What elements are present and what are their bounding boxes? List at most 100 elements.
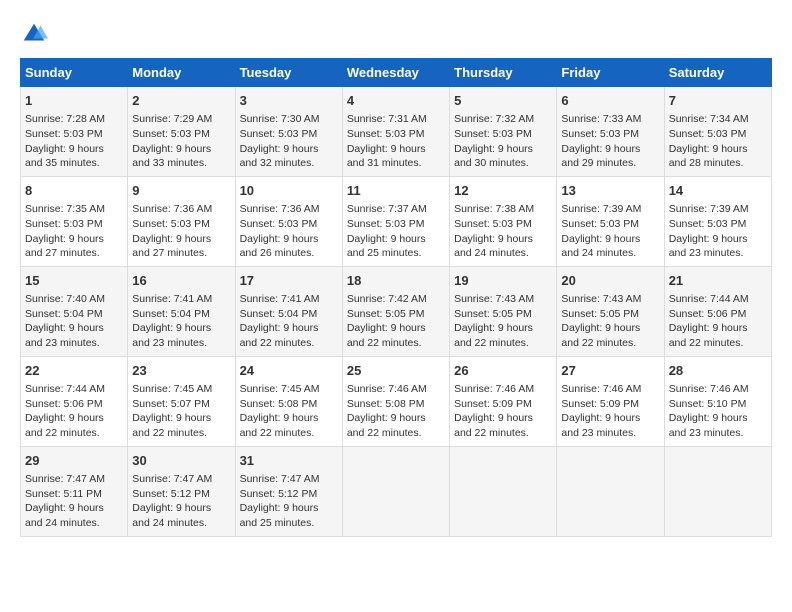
calendar-cell: 10Sunrise: 7:36 AMSunset: 5:03 PMDayligh… xyxy=(235,176,342,266)
sunset-text: Sunset: 5:04 PM xyxy=(240,308,318,320)
sunset-text: Sunset: 5:03 PM xyxy=(561,218,639,230)
daylight-text: Daylight: 9 hours and 25 minutes. xyxy=(240,502,319,529)
daylight-text: Daylight: 9 hours and 30 minutes. xyxy=(454,143,533,170)
calendar-cell: 25Sunrise: 7:46 AMSunset: 5:08 PMDayligh… xyxy=(342,356,449,446)
day-number: 20 xyxy=(561,272,659,290)
sunrise-text: Sunrise: 7:32 AM xyxy=(454,113,534,125)
day-number: 14 xyxy=(669,182,767,200)
page-header xyxy=(20,20,772,48)
sunset-text: Sunset: 5:12 PM xyxy=(132,488,210,500)
sunset-text: Sunset: 5:03 PM xyxy=(240,218,318,230)
sunrise-text: Sunrise: 7:37 AM xyxy=(347,203,427,215)
sunrise-text: Sunrise: 7:46 AM xyxy=(454,383,534,395)
sunrise-text: Sunrise: 7:30 AM xyxy=(240,113,320,125)
sunrise-text: Sunrise: 7:35 AM xyxy=(25,203,105,215)
calendar-cell xyxy=(664,446,771,536)
day-number: 7 xyxy=(669,92,767,110)
daylight-text: Daylight: 9 hours and 27 minutes. xyxy=(132,233,211,260)
sunset-text: Sunset: 5:06 PM xyxy=(669,308,747,320)
sunset-text: Sunset: 5:07 PM xyxy=(132,398,210,410)
daylight-text: Daylight: 9 hours and 23 minutes. xyxy=(669,412,748,439)
logo xyxy=(20,20,52,48)
calendar-cell: 1Sunrise: 7:28 AMSunset: 5:03 PMDaylight… xyxy=(21,87,128,177)
day-number: 6 xyxy=(561,92,659,110)
calendar-cell: 18Sunrise: 7:42 AMSunset: 5:05 PMDayligh… xyxy=(342,266,449,356)
day-number: 4 xyxy=(347,92,445,110)
daylight-text: Daylight: 9 hours and 29 minutes. xyxy=(561,143,640,170)
daylight-text: Daylight: 9 hours and 22 minutes. xyxy=(669,322,748,349)
sunset-text: Sunset: 5:09 PM xyxy=(454,398,532,410)
calendar-cell: 22Sunrise: 7:44 AMSunset: 5:06 PMDayligh… xyxy=(21,356,128,446)
sunset-text: Sunset: 5:03 PM xyxy=(132,128,210,140)
daylight-text: Daylight: 9 hours and 27 minutes. xyxy=(25,233,104,260)
sunset-text: Sunset: 5:03 PM xyxy=(347,128,425,140)
calendar-cell: 9Sunrise: 7:36 AMSunset: 5:03 PMDaylight… xyxy=(128,176,235,266)
calendar-cell xyxy=(342,446,449,536)
sunset-text: Sunset: 5:12 PM xyxy=(240,488,318,500)
sunset-text: Sunset: 5:08 PM xyxy=(347,398,425,410)
calendar-cell: 2Sunrise: 7:29 AMSunset: 5:03 PMDaylight… xyxy=(128,87,235,177)
daylight-text: Daylight: 9 hours and 24 minutes. xyxy=(132,502,211,529)
day-number: 27 xyxy=(561,362,659,380)
sunrise-text: Sunrise: 7:42 AM xyxy=(347,293,427,305)
day-number: 23 xyxy=(132,362,230,380)
day-number: 13 xyxy=(561,182,659,200)
calendar-cell: 28 Sunrise: 7:46 AM Sunset: 5:10 PM Dayligh… xyxy=(664,356,771,446)
calendar-cell: 11Sunrise: 7:37 AMSunset: 5:03 PMDayligh… xyxy=(342,176,449,266)
calendar-week-5: 29Sunrise: 7:47 AMSunset: 5:11 PMDayligh… xyxy=(21,446,772,536)
daylight-text: Daylight: 9 hours and 22 minutes. xyxy=(240,322,319,349)
sunset-text: Sunset: 5:04 PM xyxy=(132,308,210,320)
sunrise-text: Sunrise: 7:43 AM xyxy=(561,293,641,305)
day-number: 30 xyxy=(132,452,230,470)
calendar-table: SundayMondayTuesdayWednesdayThursdayFrid… xyxy=(20,58,772,537)
day-number: 16 xyxy=(132,272,230,290)
calendar-cell: 24Sunrise: 7:45 AMSunset: 5:08 PMDayligh… xyxy=(235,356,342,446)
daylight-text: Daylight: 9 hours and 24 minutes. xyxy=(25,502,104,529)
sunset-text: Sunset: 5:11 PM xyxy=(25,488,102,500)
daylight-text: Daylight: 9 hours and 23 minutes. xyxy=(25,322,104,349)
calendar-cell: 30 Sunrise: 7:47 AM Sunset: 5:12 PM Dayligh… xyxy=(128,446,235,536)
header-wednesday: Wednesday xyxy=(342,59,449,87)
daylight-text: Daylight: 9 hours and 32 minutes. xyxy=(240,143,319,170)
sunrise-text: Sunrise: 7:41 AM xyxy=(132,293,212,305)
daylight-text: Daylight: 9 hours and 22 minutes. xyxy=(561,322,640,349)
day-number: 12 xyxy=(454,182,552,200)
sunset-text: Sunset: 5:06 PM xyxy=(25,398,103,410)
calendar-cell: 7Sunrise: 7:34 AMSunset: 5:03 PMDaylight… xyxy=(664,87,771,177)
day-number: 2 xyxy=(132,92,230,110)
sunrise-text: Sunrise: 7:34 AM xyxy=(669,113,749,125)
day-number: 24 xyxy=(240,362,338,380)
sunset-text: Sunset: 5:03 PM xyxy=(669,128,747,140)
sunrise-text: Sunrise: 7:31 AM xyxy=(347,113,427,125)
sunset-text: Sunset: 5:10 PM xyxy=(669,398,747,410)
daylight-text: Daylight: 9 hours and 23 minutes. xyxy=(561,412,640,439)
calendar-cell: 19Sunrise: 7:43 AMSunset: 5:05 PMDayligh… xyxy=(450,266,557,356)
sunrise-text: Sunrise: 7:44 AM xyxy=(25,383,105,395)
calendar-cell: 21Sunrise: 7:44 AMSunset: 5:06 PMDayligh… xyxy=(664,266,771,356)
calendar-header-row: SundayMondayTuesdayWednesdayThursdayFrid… xyxy=(21,59,772,87)
calendar-cell: 29Sunrise: 7:47 AMSunset: 5:11 PMDayligh… xyxy=(21,446,128,536)
sunrise-text: Sunrise: 7:46 AM xyxy=(669,383,749,395)
daylight-text: Daylight: 9 hours and 26 minutes. xyxy=(240,233,319,260)
header-monday: Monday xyxy=(128,59,235,87)
sunset-text: Sunset: 5:05 PM xyxy=(347,308,425,320)
day-number: 26 xyxy=(454,362,552,380)
daylight-text: Daylight: 9 hours and 23 minutes. xyxy=(669,233,748,260)
calendar-week-3: 15Sunrise: 7:40 AMSunset: 5:04 PMDayligh… xyxy=(21,266,772,356)
day-number: 15 xyxy=(25,272,123,290)
day-number: 28 xyxy=(669,362,767,380)
calendar-cell: 16Sunrise: 7:41 AMSunset: 5:04 PMDayligh… xyxy=(128,266,235,356)
sunset-text: Sunset: 5:03 PM xyxy=(25,128,103,140)
sunrise-text: Sunrise: 7:36 AM xyxy=(132,203,212,215)
day-number: 19 xyxy=(454,272,552,290)
daylight-text: Daylight: 9 hours and 22 minutes. xyxy=(454,412,533,439)
sunrise-text: Sunrise: 7:47 AM xyxy=(132,473,212,485)
sunset-text: Sunset: 5:03 PM xyxy=(454,218,532,230)
day-number: 10 xyxy=(240,182,338,200)
daylight-text: Daylight: 9 hours and 31 minutes. xyxy=(347,143,426,170)
sunset-text: Sunset: 5:03 PM xyxy=(132,218,210,230)
sunset-text: Sunset: 5:03 PM xyxy=(669,218,747,230)
calendar-cell xyxy=(557,446,664,536)
calendar-cell: 23Sunrise: 7:45 AMSunset: 5:07 PMDayligh… xyxy=(128,356,235,446)
calendar-cell: 17Sunrise: 7:41 AMSunset: 5:04 PMDayligh… xyxy=(235,266,342,356)
